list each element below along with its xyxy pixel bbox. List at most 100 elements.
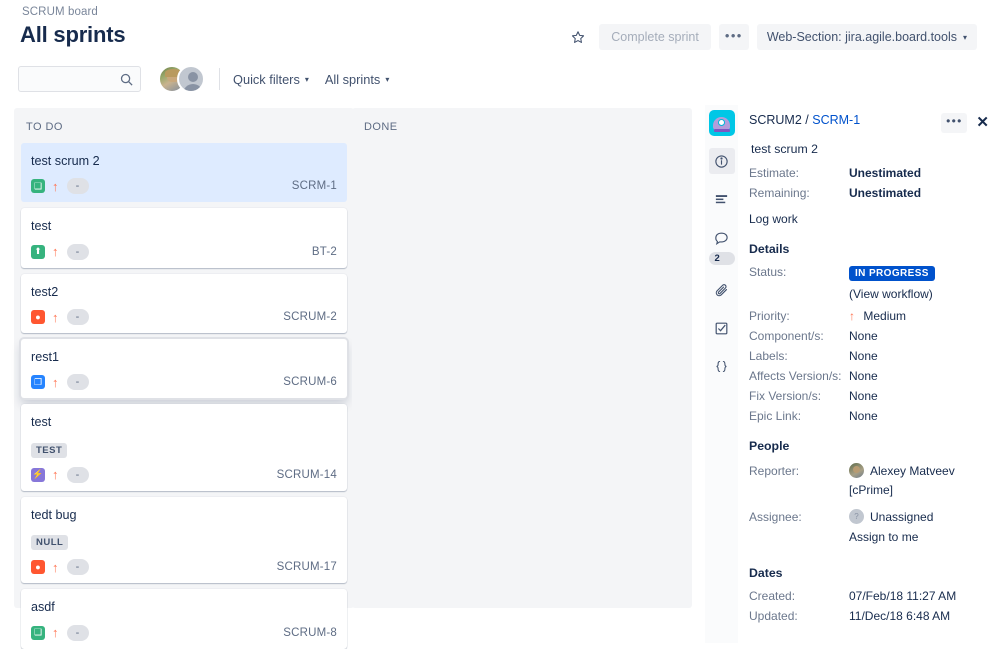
board-card[interactable]: rest1 ❐ ↑- SCRUM-6: [21, 339, 347, 398]
complete-sprint-button[interactable]: Complete sprint: [599, 24, 711, 50]
star-button[interactable]: [565, 24, 591, 50]
estimate-row: Estimate: Unestimated: [749, 166, 989, 180]
estimate-pill[interactable]: -: [67, 374, 89, 390]
created-value: 07/Feb/18 11:27 AM: [849, 589, 956, 603]
reporter-value[interactable]: Alexey Matveev [cPrime]: [849, 464, 955, 497]
avatar: ?: [849, 509, 864, 524]
updated-value: 11/Dec/18 6:48 AM: [849, 609, 950, 623]
board-card[interactable]: testTEST⚡↑-SCRUM-14: [21, 404, 347, 490]
priority-arrow-icon: ↑: [52, 376, 59, 389]
priority-arrow-icon: ↑: [52, 468, 59, 481]
web-section-dropdown[interactable]: Web-Section: jira.agile.board.tools ▾: [757, 24, 977, 50]
chevron-down-icon: ▾: [963, 33, 967, 42]
story-type-icon: ❑: [31, 626, 45, 640]
affects-version-value: None: [849, 369, 878, 383]
chevron-down-icon: ▾: [305, 75, 309, 84]
column-header: TO DO: [21, 108, 347, 143]
story-type-icon: ❑: [31, 179, 45, 193]
card-footer: ⬆↑-BT-2: [31, 244, 337, 260]
priority-label: Priority:: [749, 309, 849, 323]
estimate-pill[interactable]: -: [67, 244, 89, 260]
avatar-group: [158, 65, 205, 93]
card-title: test: [31, 218, 337, 234]
avatar[interactable]: [177, 65, 205, 93]
issue-detail-body: SCRUM2 / SCRM-1 ••• ✕ test scrum 2 Estim…: [738, 105, 999, 643]
card-footer: ❐ ↑- SCRUM-6: [31, 374, 337, 390]
board-more-button[interactable]: •••: [719, 24, 749, 50]
search-box[interactable]: [18, 66, 141, 92]
estimate-pill[interactable]: -: [67, 178, 89, 194]
assign-to-me-row: Assign to me: [749, 530, 989, 544]
status-row: Status: IN PROGRESS: [749, 265, 989, 281]
issue-more-button[interactable]: •••: [941, 113, 967, 133]
board-card[interactable]: asdf❑↑-SCRUM-8: [21, 589, 347, 648]
close-icon[interactable]: ✕: [976, 113, 989, 130]
status-value-wrap: IN PROGRESS: [849, 265, 935, 281]
log-work-link[interactable]: Log work: [749, 212, 798, 226]
web-section-label: Web-Section: jira.agile.board.tools: [767, 30, 957, 44]
project-key[interactable]: SCRUM2: [749, 113, 802, 127]
details-heading: Details: [749, 242, 989, 256]
fix-version-label: Fix Version/s:: [749, 389, 849, 403]
estimate-pill[interactable]: -: [67, 467, 89, 483]
card-issue-key: BT-2: [312, 246, 337, 258]
view-workflow-link[interactable]: (View workflow): [849, 287, 933, 301]
attachment-paperclip-icon[interactable]: [709, 277, 735, 303]
all-sprints-dropdown[interactable]: All sprints ▾: [325, 72, 389, 87]
created-row: Created: 07/Feb/18 11:27 AM: [749, 589, 989, 603]
epic-type-icon: ⚡: [31, 468, 45, 482]
info-icon[interactable]: [709, 148, 735, 174]
remaining-label: Remaining:: [749, 186, 849, 200]
card-footer: ●↑-SCRUM-2: [31, 309, 337, 325]
board-card[interactable]: test2●↑-SCRUM-2: [21, 274, 347, 333]
updated-row: Updated: 11/Dec/18 6:48 AM: [749, 609, 989, 623]
assign-to-me-link[interactable]: Assign to me: [849, 530, 918, 544]
task-type-icon: ❐: [31, 375, 45, 389]
board-column-done: DONE: [352, 108, 692, 608]
updated-label: Updated:: [749, 609, 849, 623]
card-issue-key: SCRUM-14: [277, 469, 337, 481]
comment-icon[interactable]: [709, 224, 735, 250]
priority-row: Priority: ↑ Medium: [749, 309, 989, 323]
card-footer: ❑↑-SCRUM-8: [31, 625, 337, 641]
assignee-value-wrap: ? Unassigned: [849, 509, 933, 524]
board-toolbar: Quick filters ▾ All sprints ▾: [0, 58, 999, 100]
card-footer: ●↑-SCRUM-17: [31, 559, 337, 575]
board-card[interactable]: tedt bugNULL●↑-SCRUM-17: [21, 497, 347, 583]
breadcrumb[interactable]: SCRUM board: [22, 6, 98, 18]
estimate-pill[interactable]: -: [67, 559, 89, 575]
dates-heading: Dates: [749, 566, 989, 580]
code-braces-icon[interactable]: [709, 353, 735, 379]
rail-icon-list: 2: [709, 136, 735, 379]
subtask-checkbox-icon[interactable]: [709, 315, 735, 341]
project-avatar-icon[interactable]: [709, 110, 735, 136]
log-work-row: Log work: [749, 212, 989, 226]
improvement-type-icon: ⬆: [31, 245, 45, 259]
quick-filters-dropdown[interactable]: Quick filters ▾: [233, 72, 309, 87]
board-card[interactable]: test⬆↑-BT-2: [21, 208, 347, 267]
description-lines-icon[interactable]: [709, 186, 735, 212]
affects-version-label: Affects Version/s:: [749, 369, 849, 383]
card-title: tedt bug: [31, 507, 337, 523]
person-icon: [183, 84, 203, 93]
assignee-value: Unassigned: [870, 510, 933, 524]
priority-arrow-icon: ↑: [52, 561, 59, 574]
estimate-pill[interactable]: -: [67, 309, 89, 325]
status-badge[interactable]: IN PROGRESS: [849, 266, 935, 281]
card-title: rest1: [31, 349, 337, 365]
estimate-pill[interactable]: -: [67, 625, 89, 641]
priority-value: Medium: [863, 309, 906, 323]
issue-detail-rail: 2: [705, 105, 738, 643]
priority-arrow-icon: ↑: [52, 311, 59, 324]
priority-value-wrap: ↑ Medium: [849, 309, 906, 323]
comment-count-badge: 2: [709, 252, 735, 265]
card-issue-key: SCRUM-6: [283, 376, 337, 388]
reporter-label: Reporter:: [749, 464, 849, 478]
card-issue-key: SCRM-1: [292, 180, 337, 192]
issue-detail-panel: 2 SCRUM2 / SCRM-1 ••• ✕ test scrum 2 Est…: [705, 105, 999, 643]
component-value: None: [849, 329, 878, 343]
issue-key-link[interactable]: SCRM-1: [812, 113, 860, 127]
board-card[interactable]: test scrum 2❑↑-SCRM-1: [21, 143, 347, 202]
column-header: DONE: [359, 108, 685, 143]
labels-value: None: [849, 349, 878, 363]
